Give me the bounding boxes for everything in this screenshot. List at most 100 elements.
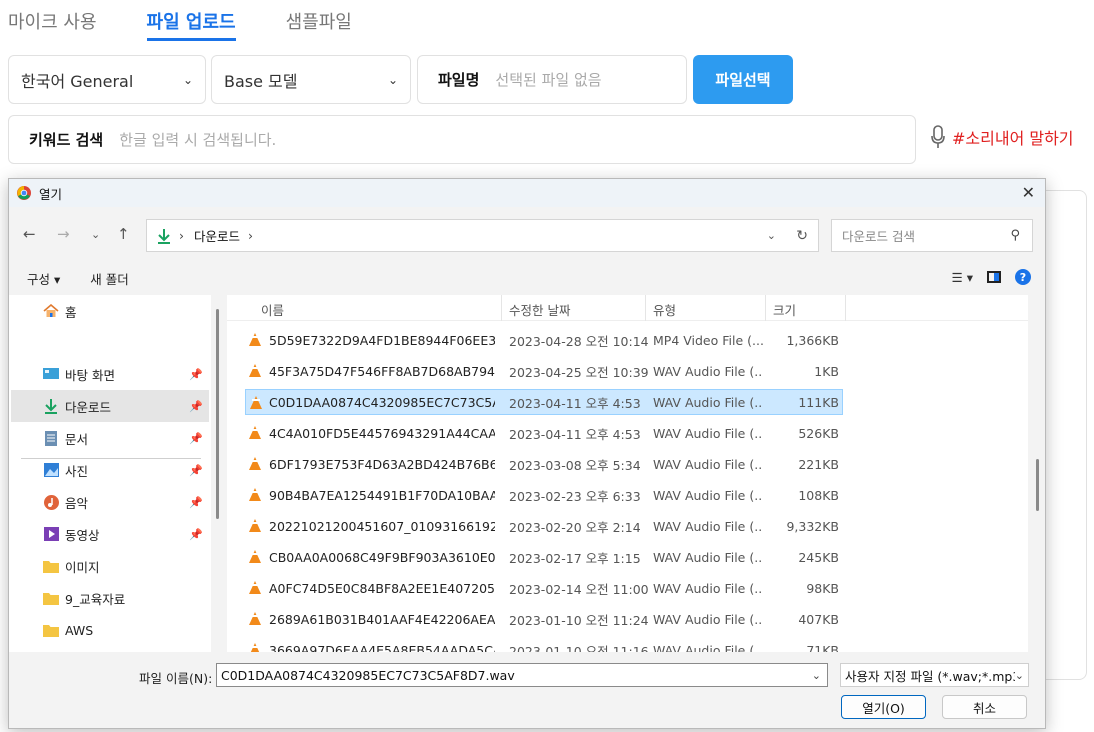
vlc-file-icon: [249, 550, 261, 563]
column-header-name[interactable]: 이름: [261, 300, 284, 319]
column-header-size[interactable]: 크기: [773, 300, 796, 319]
file-type: WAV Audio File (...: [653, 456, 763, 472]
address-bar[interactable]: › 다운로드 › ⌄ ↻: [146, 219, 819, 252]
column-divider[interactable]: [765, 295, 766, 321]
file-type: WAV Audio File (...: [653, 611, 763, 627]
view-controls: ☰ ▾ ?: [952, 269, 1031, 285]
preview-pane-icon[interactable]: [987, 271, 1001, 283]
back-arrow-icon[interactable]: ←: [23, 225, 36, 243]
file-select-button[interactable]: 파일선택: [693, 55, 793, 104]
file-name: 6DF1793E753F4D63A2BD424B76B644...: [269, 456, 495, 472]
column-divider[interactable]: [845, 295, 846, 321]
tab-mic[interactable]: 마이크 사용: [8, 8, 97, 41]
column-header-type[interactable]: 유형: [653, 300, 676, 319]
file-size: 108KB: [798, 487, 839, 503]
file-date: 2023-04-28 오전 10:14: [509, 333, 649, 349]
file-name: 2689A61B031B401AAF4E42206AEAA2...: [269, 611, 495, 627]
dialog-footer: 파일 이름(N): C0D1DAA0874C4320985EC7C73C5AF8…: [9, 659, 1045, 729]
search-input[interactable]: 다운로드 검색 ⚲: [831, 219, 1033, 252]
file-size: 245KB: [798, 549, 839, 565]
file-size: 111KB: [798, 394, 839, 410]
chevron-down-icon: ⌄: [182, 72, 193, 87]
home-icon: [43, 303, 59, 319]
sidebar-item-folder-aws[interactable]: AWS: [11, 614, 209, 646]
sidebar-item-pictures[interactable]: 사진 📌: [11, 454, 209, 486]
file-type-filter[interactable]: 사용자 지정 파일 (*.wav;*.mp3 ⌄: [840, 663, 1029, 687]
file-row[interactable]: 4C4A010FD5E44576943291A44CAA0B... 2023-0…: [227, 420, 843, 446]
file-type: WAV Audio File (...: [653, 425, 763, 441]
file-row[interactable]: 2689A61B031B401AAF4E42206AEAA2... 2023-0…: [227, 606, 843, 632]
column-divider[interactable]: [645, 295, 646, 321]
language-select-value: 한국어 General: [21, 71, 134, 91]
up-arrow-icon[interactable]: ↑: [117, 225, 130, 243]
file-row[interactable]: 5D59E7322D9A4FD1BE8944F06EE3C8... 2023-0…: [227, 327, 843, 353]
folder-icon: [43, 622, 59, 638]
dialog-titlebar: 열기 ✕: [9, 179, 1045, 207]
tab-sample-file[interactable]: 샘플파일: [286, 8, 352, 41]
file-date: 2023-02-23 오후 6:33: [509, 488, 641, 504]
file-date: 2023-04-11 오후 4:53: [509, 395, 641, 411]
keyword-search-field[interactable]: 키워드 검색 한글 입력 시 검색됩니다.: [8, 115, 916, 164]
file-row[interactable]: 3669A97D6EAA4E5A8EB54AADA5CA0... 2023-01…: [227, 637, 843, 652]
file-row[interactable]: 6DF1793E753F4D63A2BD424B76B644... 2023-0…: [227, 451, 843, 477]
sidebar-item-downloads[interactable]: 다운로드 📌: [11, 390, 209, 422]
column-header-modified[interactable]: 수정한 날짜: [509, 300, 570, 319]
model-select-value: Base 모델: [224, 71, 298, 91]
navigation-pane: 홈 바탕 화면 📌 다운로드 📌 문서 📌 사진 📌 음악 📌 동영상 📌 이미…: [9, 295, 211, 652]
sidebar-item-documents[interactable]: 문서 📌: [11, 422, 209, 454]
speak-button[interactable]: #소리내어 말하기: [930, 125, 1074, 149]
breadcrumb-downloads[interactable]: 다운로드: [194, 226, 240, 245]
cancel-button[interactable]: 취소: [942, 695, 1027, 719]
help-icon[interactable]: ?: [1015, 269, 1031, 285]
search-icon: ⚲: [1010, 228, 1020, 243]
chevron-down-icon: ⌄: [387, 72, 398, 87]
vlc-file-icon: [249, 457, 261, 470]
video-icon: [43, 526, 59, 542]
file-size: 221KB: [798, 456, 839, 472]
navigation-bar: ← → ⌄ ↑ › 다운로드 › ⌄ ↻ 다운로드 검색 ⚲: [9, 217, 1045, 253]
file-type: MP4 Video File (...: [653, 332, 763, 348]
file-row[interactable]: 90B4BA7EA1254491B1F70DA10BAA06... 2023-0…: [227, 482, 843, 508]
search-placeholder: 다운로드 검색: [842, 229, 915, 244]
sidebar-item-desktop[interactable]: 바탕 화면 📌: [11, 358, 209, 390]
keyword-search-input[interactable]: 한글 입력 시 검색됩니다.: [119, 129, 276, 150]
file-row[interactable]: 45F3A75D47F546FF8AB7D68AB79446... 2023-0…: [227, 358, 843, 384]
folder-icon: [43, 558, 59, 574]
organize-menu[interactable]: 구성 ▾: [27, 269, 60, 288]
recent-dropdown-icon[interactable]: ⌄: [91, 228, 100, 241]
refresh-icon[interactable]: ↻: [796, 228, 808, 244]
sidebar-item-music[interactable]: 음악 📌: [11, 486, 209, 518]
file-date: 2023-02-20 오후 2:14: [509, 519, 641, 535]
sidebar-item-videos[interactable]: 동영상 📌: [11, 518, 209, 550]
vlc-file-icon: [249, 488, 261, 501]
file-name: 4C4A010FD5E44576943291A44CAA0B...: [269, 425, 495, 441]
address-dropdown-icon[interactable]: ⌄: [767, 229, 776, 242]
file-name: A0FC74D5E0C84BF8A2EE1E4072051B...: [269, 580, 495, 596]
tab-file-upload[interactable]: 파일 업로드: [146, 8, 236, 41]
sidebar-item-folder-images[interactable]: 이미지: [11, 550, 209, 582]
chevron-down-icon[interactable]: ⌄: [812, 669, 821, 682]
file-row[interactable]: CB0AA0A0068C49F9BF903A3610E01C... 2023-0…: [227, 544, 843, 570]
sidebar-scrollbar[interactable]: [216, 309, 219, 519]
sidebar-item-label: 다운로드: [65, 399, 112, 415]
sidebar-item-folder-education[interactable]: 9_교육자료: [11, 582, 209, 614]
file-row-selected[interactable]: C0D1DAA0874C4320985EC7C73C5AF... 2023-04…: [245, 389, 843, 415]
file-name-input-value: C0D1DAA0874C4320985EC7C73C5AF8D7.wav: [221, 667, 515, 683]
sidebar-item-label: 사진: [65, 463, 89, 479]
pictures-icon: [43, 462, 59, 478]
file-row[interactable]: 20221021200451607_01093166192_m... 2023-…: [227, 513, 843, 539]
file-list-scrollbar[interactable]: [1036, 459, 1039, 511]
file-name: 20221021200451607_01093166192_m...: [269, 518, 495, 534]
close-icon[interactable]: ✕: [1022, 183, 1035, 202]
file-row[interactable]: A0FC74D5E0C84BF8A2EE1E4072051B... 2023-0…: [227, 575, 843, 601]
view-options-icon[interactable]: ☰ ▾: [952, 270, 973, 285]
new-folder-button[interactable]: 새 폴더: [90, 269, 128, 288]
open-button[interactable]: 열기(O): [841, 695, 926, 719]
sidebar-item-home[interactable]: 홈: [11, 295, 209, 327]
language-select[interactable]: 한국어 General ⌄: [8, 55, 206, 104]
forward-arrow-icon[interactable]: →: [57, 225, 70, 243]
file-name-input[interactable]: C0D1DAA0874C4320985EC7C73C5AF8D7.wav ⌄: [216, 663, 828, 687]
column-divider[interactable]: [501, 295, 502, 321]
model-select[interactable]: Base 모델 ⌄: [211, 55, 411, 104]
file-size: 526KB: [798, 425, 839, 441]
